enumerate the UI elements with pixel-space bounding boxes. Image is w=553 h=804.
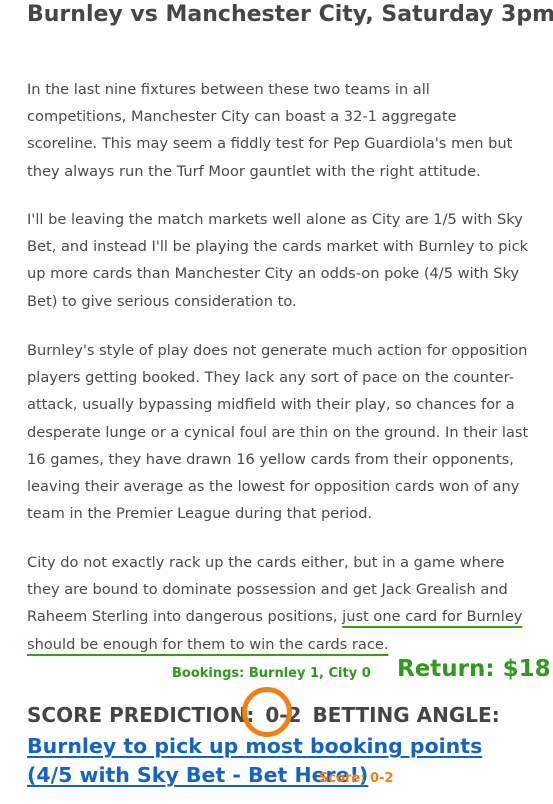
paragraph-3: Burnley's style of play does not generat… [27, 342, 529, 523]
score-prediction-label: SCORE PREDICTION: [27, 703, 255, 727]
paragraph-1: In the last nine fixtures between these … [27, 81, 513, 180]
article-headline: Burnley vs Manchester City, Saturday 3pm… [27, 2, 553, 27]
betting-angle-link[interactable]: Burnley to pick up most booking points (… [27, 732, 527, 790]
return-annotation: Return: $18 [397, 656, 551, 682]
score-annotation: Score: 0-2 [319, 771, 394, 786]
betting-angle-label: BETTING ANGLE: [312, 703, 500, 727]
score-highlight-circle [242, 687, 292, 737]
paragraph-4: City do not exactly rack up the cards ei… [27, 549, 531, 658]
paragraph-2: I'll be leaving the match markets well a… [27, 211, 529, 310]
bookings-annotation: Bookings: Burnley 1, City 0 [172, 666, 371, 681]
